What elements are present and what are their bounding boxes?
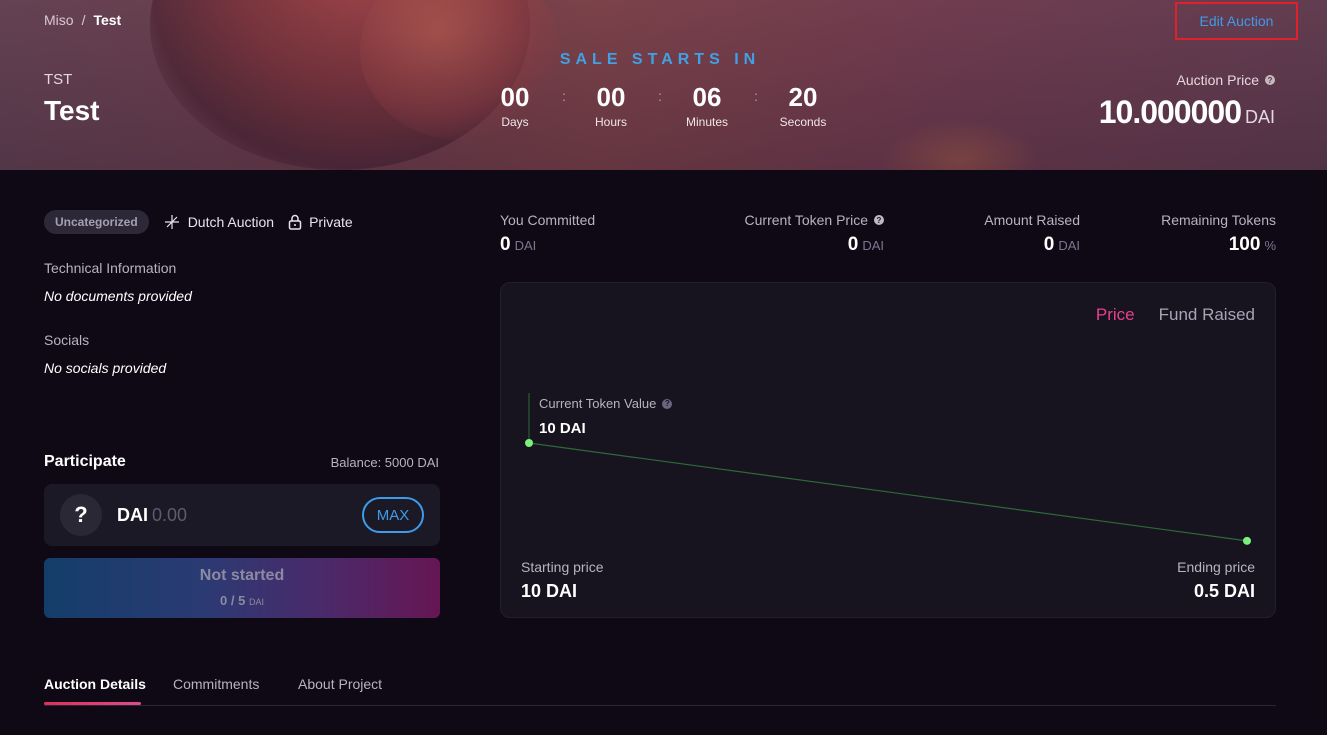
auction-price: 10.000000 DAI [1099, 94, 1275, 131]
breadcrumb-root[interactable]: Miso [44, 12, 74, 28]
breadcrumb: Miso / Test [44, 12, 121, 28]
hero-banner: Miso / Test Edit Auction TST Test SALE S… [0, 0, 1327, 170]
price-series-line [528, 442, 1248, 542]
input-token-symbol: DAI [117, 505, 148, 525]
countdown-hours-value: 00 [596, 82, 626, 112]
auction-price-currency: DAI [1244, 107, 1275, 127]
current-token-value-label-text: Current Token Value [539, 396, 657, 411]
detail-tabs: Auction Details Commitments About Projec… [44, 676, 1276, 706]
breadcrumb-current: Test [93, 12, 122, 28]
stat-number: 0 [500, 234, 511, 255]
countdown-seconds-label: Seconds [779, 115, 827, 129]
countdown-seconds: 20 Seconds [763, 82, 843, 129]
countdown-seconds-value: 20 [788, 82, 818, 112]
max-button[interactable]: MAX [362, 497, 424, 533]
stat-unit: DAI [862, 238, 884, 253]
ending-price-label: Ending price [1177, 559, 1255, 575]
balance-text: Balance: 5000 DAI [330, 455, 439, 470]
stat-value: 0 DAI [984, 234, 1080, 256]
auction-price-label-text: Auction Price [1176, 72, 1259, 88]
countdown-minutes-label: Minutes [685, 115, 729, 129]
countdown-days-value: 00 [500, 82, 530, 112]
auction-type-tag: Dutch Auction [163, 213, 274, 231]
countdown-minutes: 06 Minutes [667, 82, 747, 129]
tab-auction-details[interactable]: Auction Details [44, 676, 146, 692]
unknown-token-icon: ? [60, 494, 102, 536]
stat-number: 0 [1043, 234, 1055, 255]
privacy-tag: Private [288, 214, 353, 230]
countdown-minutes-value: 06 [692, 82, 722, 112]
help-icon[interactable]: ? [662, 398, 673, 409]
commit-status-button[interactable]: Not started 0 / 5 DAI [44, 558, 440, 618]
current-token-value: 10 DAI [539, 420, 586, 437]
stat-value: 0 DAI [500, 234, 595, 256]
commit-progress: 0 / 5 DAI [44, 593, 440, 608]
active-tab-indicator [44, 702, 141, 705]
stat-current-token-price: Current Token Price ? 0 DAI [745, 212, 884, 256]
stat-unit: DAI [1058, 238, 1080, 253]
participate-title: Participate [44, 453, 126, 470]
auction-tags: Uncategorized Dutch Auction Private [44, 210, 353, 234]
stat-remaining-tokens: Remaining Tokens 100 % [1161, 212, 1276, 256]
category-badge: Uncategorized [44, 210, 149, 234]
privacy-label: Private [309, 214, 353, 230]
price-point-start [525, 439, 533, 447]
auction-price-label: Auction Price ? [1177, 72, 1275, 88]
countdown-hours-label: Hours [594, 115, 627, 129]
commit-amount-input[interactable] [152, 502, 302, 528]
stat-label-row: Current Token Price ? [745, 212, 884, 228]
stat-unit: DAI [514, 238, 537, 253]
commit-progress-value: 0 / 5 [220, 593, 246, 608]
sale-starts-label: SALE STARTS IN [559, 51, 761, 68]
stat-value: 100 % [1161, 234, 1276, 256]
ending-price-value: 0.5 DAI [1193, 581, 1255, 601]
countdown-separator: : [562, 88, 566, 104]
auction-type-label: Dutch Auction [187, 214, 275, 230]
technical-info-label: Technical Information [44, 260, 177, 276]
stat-label: Remaining Tokens [1161, 212, 1276, 228]
token-name: Test [44, 95, 100, 126]
tab-about-project[interactable]: About Project [298, 676, 382, 692]
stat-value: 0 DAI [745, 234, 884, 256]
lock-icon [288, 214, 302, 230]
starting-price-value: 10 DAI [521, 581, 578, 601]
edit-auction-button[interactable]: Edit Auction [1175, 2, 1298, 40]
price-point-end [1243, 536, 1251, 545]
countdown-hours: 00 Hours [571, 82, 651, 129]
breadcrumb-separator: / [81, 12, 86, 28]
socials-label: Socials [44, 332, 90, 348]
socials-value: No socials provided [44, 360, 167, 376]
help-icon[interactable]: ? [874, 215, 884, 225]
dutch-auction-icon [164, 215, 179, 229]
stat-label: You Committed [500, 212, 596, 228]
commit-progress-unit: DAI [248, 597, 264, 607]
commit-input-box: ? DAI MAX [44, 484, 440, 546]
stat-label: Amount Raised [984, 212, 1080, 228]
tab-commitments[interactable]: Commitments [173, 676, 259, 692]
current-token-value-label: Current Token Value ? [539, 396, 673, 411]
help-icon[interactable]: ? [1265, 75, 1275, 85]
countdown: 00 Days : 00 Hours : 06 Minutes : 20 Sec… [470, 82, 850, 132]
token-symbol: TST [44, 71, 73, 88]
stat-unit: % [1264, 238, 1276, 253]
price-chart [525, 393, 1251, 545]
commit-status-text: Not started [199, 567, 285, 584]
technical-info-value: No documents provided [44, 288, 192, 304]
stat-label: Current Token Price [744, 212, 868, 228]
stat-you-committed: You Committed 0 DAI [500, 212, 595, 256]
countdown-separator: : [658, 88, 662, 104]
countdown-days: 00 Days [475, 82, 555, 129]
stat-amount-raised: Amount Raised 0 DAI [984, 212, 1080, 256]
auction-price-value: 10.000000 [1098, 94, 1242, 130]
stat-number: 0 [847, 234, 859, 255]
stat-number: 100 [1228, 234, 1261, 255]
price-chart-card: Price Fund Raised Current Token Value ? … [500, 282, 1276, 618]
starting-price-label: Starting price [521, 559, 604, 575]
countdown-separator: : [754, 88, 758, 104]
countdown-days-label: Days [501, 115, 529, 129]
